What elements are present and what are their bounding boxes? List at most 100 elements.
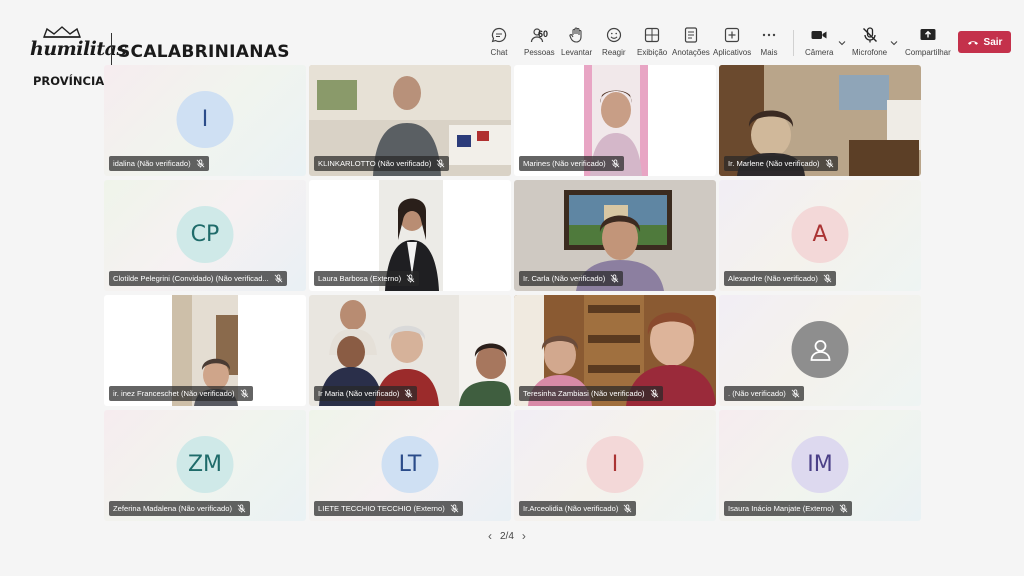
next-page-icon[interactable]: › bbox=[522, 529, 526, 543]
mic-muted-icon bbox=[624, 504, 632, 513]
participant-name: Ir. Marlene (Não verificado) bbox=[728, 159, 820, 168]
participant-name-tag: Ir.Arceolidia (Não verificado) bbox=[519, 501, 637, 516]
add-app-icon bbox=[725, 27, 740, 43]
avatar: ZM bbox=[176, 436, 234, 493]
chat-icon bbox=[491, 27, 507, 43]
participant-tile[interactable]: IM Isaura Inácio Manjate (Externo) bbox=[719, 410, 921, 521]
participant-name-tag: KLINKARLOTTO (Não verificado) bbox=[314, 156, 450, 171]
microphone-options-chevron-icon[interactable] bbox=[889, 38, 899, 48]
participant-name-tag: Teresinha Zambiasi (Não verificado) bbox=[519, 386, 663, 401]
react-button[interactable]: Reagir bbox=[602, 26, 626, 57]
participant-tile[interactable]: A Alexandre (Não verificado) bbox=[719, 180, 921, 291]
humilitas-logo: humilitas bbox=[30, 26, 127, 64]
participant-name-tag: Isaura Inácio Manjate (Externo) bbox=[724, 501, 852, 516]
mic-muted-icon bbox=[610, 274, 619, 283]
participant-tile[interactable]: Ir Maria (Não verificado) bbox=[309, 295, 511, 406]
leave-button[interactable]: Sair bbox=[958, 31, 1011, 53]
previous-page-icon[interactable]: ‹ bbox=[488, 529, 492, 543]
participant-tile[interactable]: Ir. Carla (Não verificado) bbox=[514, 180, 716, 291]
notes-label: Anotações bbox=[672, 48, 710, 57]
participant-name-tag: Alexandre (Não verificado) bbox=[724, 271, 836, 286]
hang-up-icon bbox=[967, 41, 978, 45]
avatar bbox=[791, 321, 849, 378]
toolbar-divider bbox=[793, 30, 794, 56]
participant-tile[interactable]: Ir. Marlene (Não verificado) bbox=[719, 65, 921, 176]
mic-muted-icon bbox=[823, 274, 832, 283]
camera-button[interactable]: Câmera bbox=[805, 26, 833, 57]
participant-name-tag: Ir Maria (Não verificado) bbox=[314, 386, 418, 401]
mic-muted-icon bbox=[650, 389, 658, 398]
mic-muted-icon bbox=[406, 274, 415, 283]
participant-tile[interactable]: ZM Zeferina Madalena (Não verificado) bbox=[104, 410, 306, 521]
participant-tile[interactable]: Teresinha Zambiasi (Não verificado) bbox=[514, 295, 716, 406]
participant-name: Clotilde Pelegrini (Convidado) (Não veri… bbox=[113, 274, 269, 283]
apps-label: Aplicativos bbox=[713, 48, 752, 57]
react-label: Reagir bbox=[602, 48, 626, 57]
participant-name: KLINKARLOTTO (Não verificado) bbox=[318, 159, 432, 168]
mic-muted-icon bbox=[196, 159, 205, 168]
participant-name-tag: Ir. Carla (Não verificado) bbox=[519, 271, 624, 286]
mic-muted-icon bbox=[405, 389, 413, 398]
microphone-label: Microfone bbox=[852, 48, 888, 57]
mic-muted-icon bbox=[825, 159, 833, 168]
mic-muted-icon bbox=[450, 504, 459, 513]
participant-tile[interactable]: . (Não verificado) bbox=[719, 295, 921, 406]
notes-icon bbox=[684, 27, 698, 43]
participant-name: . (Não verificado) bbox=[728, 389, 786, 398]
avatar: IM bbox=[791, 436, 849, 493]
participant-name: Zeferina Madalena (Não verificado) bbox=[113, 504, 233, 513]
participant-tile[interactable]: LT LIETE TECCHIO TECCHIO (Externo) bbox=[309, 410, 511, 521]
participant-tile[interactable]: I Ir.Arceolidia (Não verificado) bbox=[514, 410, 716, 521]
participant-tile[interactable]: Laura Barbosa (Externo) bbox=[309, 180, 511, 291]
camera-options-chevron-icon[interactable] bbox=[837, 38, 847, 48]
participant-name: Ir.Arceolidia (Não verificado) bbox=[523, 504, 619, 513]
share-button[interactable]: Compartilhar bbox=[905, 26, 951, 57]
participant-tile[interactable]: CP Clotilde Pelegrini (Convidado) (Não v… bbox=[104, 180, 306, 291]
people-count: 60 bbox=[538, 29, 549, 39]
avatar: I bbox=[586, 436, 644, 493]
raise-hand-label: Levantar bbox=[561, 48, 593, 57]
hand-icon bbox=[569, 27, 582, 43]
logo-text: humilitas bbox=[30, 38, 127, 60]
more-button[interactable]: Mais bbox=[760, 26, 778, 57]
emoji-icon bbox=[606, 27, 621, 43]
participant-name: LIETE TECCHIO TECCHIO (Externo) bbox=[318, 504, 445, 513]
mic-muted-icon bbox=[862, 27, 877, 43]
participant-tile[interactable]: KLINKARLOTTO (Não verificado) bbox=[309, 65, 511, 176]
participant-name: Ir. Carla (Não verificado) bbox=[523, 274, 606, 283]
view-button[interactable]: Exibição bbox=[637, 26, 667, 57]
apps-button[interactable]: Aplicativos bbox=[713, 26, 751, 57]
participant-name-tag: Clotilde Pelegrini (Convidado) (Não veri… bbox=[109, 271, 287, 286]
participant-name-tag: Laura Barbosa (Externo) bbox=[314, 271, 420, 286]
participant-tile[interactable]: Marines (Não verificado) bbox=[514, 65, 716, 176]
participant-tile[interactable]: ir. inez Franceschet (Não verificado) bbox=[104, 295, 306, 406]
participant-name-tag: . (Não verificado) bbox=[724, 386, 804, 401]
chat-button[interactable]: Chat bbox=[490, 26, 508, 57]
avatar: I bbox=[176, 91, 234, 148]
participant-name-tag: ir. inez Franceschet (Não verificado) bbox=[109, 386, 253, 401]
avatar: CP bbox=[176, 206, 234, 263]
participant-name-tag: Ir. Marlene (Não verificado) bbox=[724, 156, 838, 171]
mic-muted-icon bbox=[240, 389, 248, 398]
chat-label: Chat bbox=[490, 48, 508, 57]
microphone-button[interactable]: Microfone bbox=[852, 26, 887, 57]
people-button[interactable]: 60 Pessoas bbox=[524, 26, 555, 57]
view-label: Exibição bbox=[637, 48, 668, 57]
participant-name-tag: idalina (Não verificado) bbox=[109, 156, 209, 171]
participant-tile[interactable]: I idalina (Não verificado) bbox=[104, 65, 306, 176]
participant-name: Isaura Inácio Manjate (Externo) bbox=[728, 504, 834, 513]
raise-hand-button[interactable]: Levantar bbox=[561, 26, 592, 57]
mic-muted-icon bbox=[611, 159, 620, 168]
crown-icon bbox=[42, 26, 82, 38]
avatar: LT bbox=[381, 436, 439, 493]
participant-name: idalina (Não verificado) bbox=[113, 159, 191, 168]
mic-muted-icon bbox=[839, 504, 848, 513]
notes-button[interactable]: Anotações bbox=[672, 26, 710, 57]
participant-name: Marines (Não verificado) bbox=[523, 159, 606, 168]
avatar: A bbox=[791, 206, 849, 263]
mic-muted-icon bbox=[437, 159, 445, 168]
mic-muted-icon bbox=[791, 389, 800, 398]
participant-name: Teresinha Zambiasi (Não verificado) bbox=[523, 389, 645, 398]
participant-grid: I idalina (Não verificado) KLINKARLOTTO … bbox=[104, 65, 921, 522]
participant-name: ir. inez Franceschet (Não verificado) bbox=[113, 389, 235, 398]
